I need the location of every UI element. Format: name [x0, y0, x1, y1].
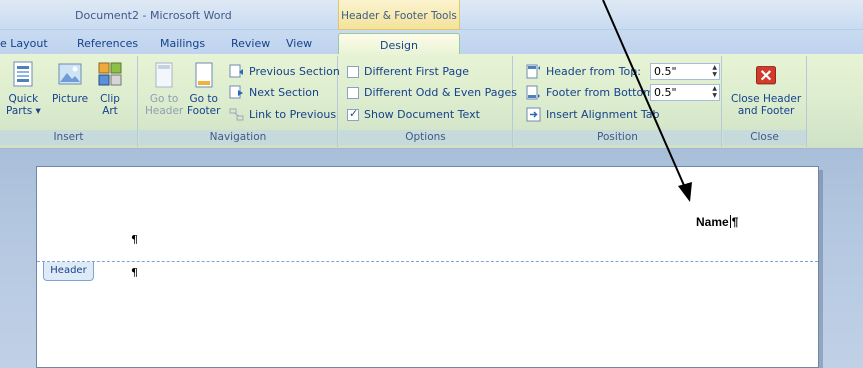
picture-label: Picture [52, 93, 89, 105]
tab-page-layout[interactable]: e Layout [0, 37, 48, 50]
link-icon [229, 108, 244, 121]
header-tag[interactable]: Header [43, 262, 94, 281]
position-group-label: Position [514, 130, 721, 145]
footer-from-bottom-value: 0.5" [654, 86, 677, 99]
link-to-previous-button[interactable]: Link to Previous [229, 106, 336, 123]
spinner-arrows-icon[interactable]: ▲ ▼ [712, 64, 717, 78]
insert-alignment-tab-button[interactable]: Insert Alignment Tab [526, 106, 660, 123]
footer-from-bottom-label: Footer from Bottom: [546, 86, 658, 99]
tab-view[interactable]: View [286, 37, 312, 50]
show-document-text-label: Show Document Text [364, 108, 480, 121]
different-first-page-label: Different First Page [364, 65, 469, 78]
options-group: Different First Page Different Odd & Eve… [339, 56, 517, 147]
header-from-top-spinner[interactable]: 0.5" ▲ ▼ [650, 63, 720, 80]
next-section-button[interactable]: Next Section [229, 84, 319, 101]
go-to-header-label-1: Go to [149, 93, 179, 105]
footer-position-icon [526, 85, 540, 100]
previous-section-label: Previous Section [249, 65, 340, 78]
options-group-label: Options [339, 130, 512, 145]
spinner-arrows-icon[interactable]: ▲ ▼ [712, 85, 717, 99]
different-odd-even-option[interactable]: Different Odd & Even Pages [347, 84, 517, 101]
quick-parts-icon [13, 61, 33, 87]
footer-from-bottom-spinner[interactable]: 0.5" ▲ ▼ [650, 84, 720, 101]
header-from-top-value: 0.5" [654, 65, 677, 78]
header-from-top-label: Header from Top: [546, 65, 641, 78]
clip-art-label-2: Art [102, 105, 118, 117]
close-header-footer-label-2: and Footer [737, 105, 795, 117]
go-to-header-label-2: Header [145, 105, 184, 117]
footer-from-bottom-control: Footer from Bottom: [526, 84, 658, 101]
go-to-header-icon [155, 62, 173, 88]
quick-parts-label-2: Parts ▾ [6, 105, 41, 117]
ribbon: Quick Parts ▾ Picture Clip Art Insert Go… [0, 54, 863, 149]
picture-icon [58, 63, 82, 85]
tab-review[interactable]: Review [231, 37, 270, 50]
position-group: Header from Top: 0.5" ▲ ▼ Footer from Bot… [514, 56, 722, 147]
previous-section-icon [229, 64, 243, 78]
text-cursor [729, 215, 731, 228]
quick-parts-label-1: Quick [8, 93, 39, 105]
next-section-label: Next Section [249, 86, 319, 99]
close-icon [756, 66, 777, 85]
navigation-group: Go to Header Go to Footer Previous Secti… [139, 56, 340, 147]
window-title: Document2 - Microsoft Word [75, 9, 232, 22]
picture-button[interactable]: Picture [52, 60, 88, 105]
document-page[interactable]: Name ¶ ¶ Header ¶ [36, 166, 819, 368]
clip-art-label-1: Clip [100, 93, 120, 105]
go-to-footer-icon [195, 62, 213, 88]
tab-mailings[interactable]: Mailings [160, 37, 205, 50]
insert-alignment-tab-label: Insert Alignment Tab [546, 108, 660, 121]
next-section-icon [229, 85, 243, 99]
previous-section-button[interactable]: Previous Section [229, 63, 340, 80]
go-to-footer-label-2: Footer [187, 105, 221, 117]
body-paragraph-mark: ¶ [131, 266, 138, 279]
close-group-label: Close [723, 130, 806, 145]
navigation-group-label: Navigation [139, 130, 337, 145]
close-header-footer-button[interactable]: Close Header and Footer [731, 64, 801, 117]
name-pilcrow: ¶ [731, 215, 739, 229]
name-text-content: Name [696, 215, 729, 229]
clip-art-icon [98, 62, 122, 86]
close-header-footer-label-1: Close Header [731, 93, 802, 105]
go-to-header-button[interactable]: Go to Header [145, 60, 183, 117]
header-name-text[interactable]: Name ¶ [696, 215, 738, 229]
insert-group-label: Insert [0, 130, 137, 145]
insert-group: Quick Parts ▾ Picture Clip Art Insert [0, 56, 138, 147]
header-position-icon [526, 64, 540, 79]
contextual-tab-header: Header & Footer Tools [338, 0, 460, 30]
different-first-page-checkbox[interactable] [347, 65, 359, 78]
go-to-footer-label-1: Go to [189, 93, 218, 105]
go-to-footer-button[interactable]: Go to Footer [187, 60, 220, 117]
close-group: Close Header and Footer Close [723, 56, 807, 147]
show-document-text-option[interactable]: Show Document Text [347, 106, 480, 123]
different-first-page-option[interactable]: Different First Page [347, 63, 469, 80]
quick-parts-button[interactable]: Quick Parts ▾ [6, 60, 41, 117]
alignment-tab-icon [526, 107, 541, 122]
header-boundary-line [37, 261, 818, 262]
different-odd-even-checkbox[interactable] [347, 86, 359, 99]
header-from-top-control: Header from Top: [526, 63, 641, 80]
link-to-previous-label: Link to Previous [249, 108, 337, 121]
document-area: Name ¶ ¶ Header ¶ [0, 149, 863, 368]
show-document-text-checkbox[interactable] [347, 107, 359, 121]
header-paragraph-mark: ¶ [131, 233, 138, 246]
tab-references[interactable]: References [77, 37, 138, 50]
clip-art-button[interactable]: Clip Art [96, 60, 124, 117]
different-odd-even-label: Different Odd & Even Pages [364, 86, 517, 99]
